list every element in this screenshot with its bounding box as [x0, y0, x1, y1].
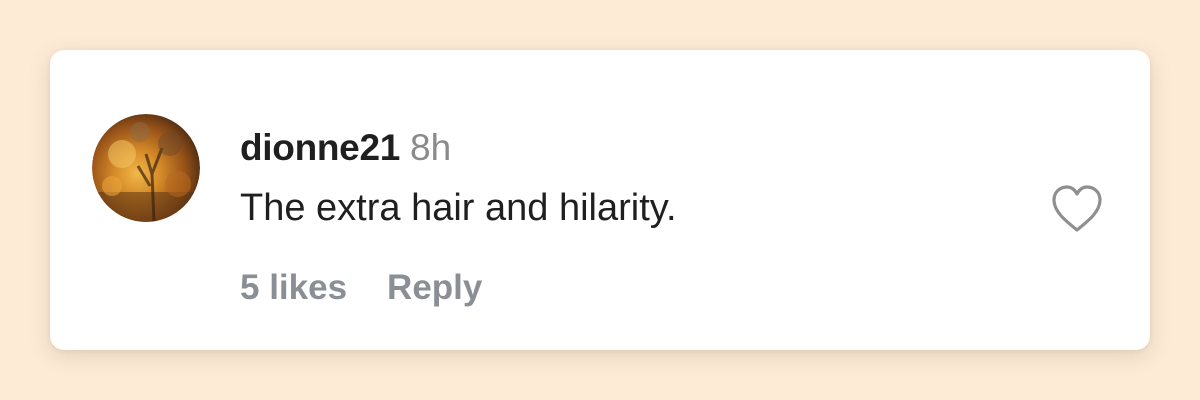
user-avatar[interactable] — [92, 114, 200, 222]
likes-count[interactable]: 5 likes — [240, 268, 347, 307]
comment-timestamp[interactable]: 8h — [410, 127, 451, 168]
comment-actions: 5 likes Reply — [240, 266, 482, 317]
comment-body: dionne21 8h The extra hair and hilarity. — [240, 126, 1030, 232]
comment-text: The extra hair and hilarity. — [240, 187, 677, 229]
comment-header: dionne21 8h — [240, 126, 1030, 178]
username[interactable]: dionne21 — [240, 127, 400, 168]
comment-card: dionne21 8h The extra hair and hilarity. … — [50, 50, 1150, 350]
heart-outline-icon[interactable] — [1048, 182, 1106, 234]
reply-button[interactable]: Reply — [387, 268, 482, 307]
